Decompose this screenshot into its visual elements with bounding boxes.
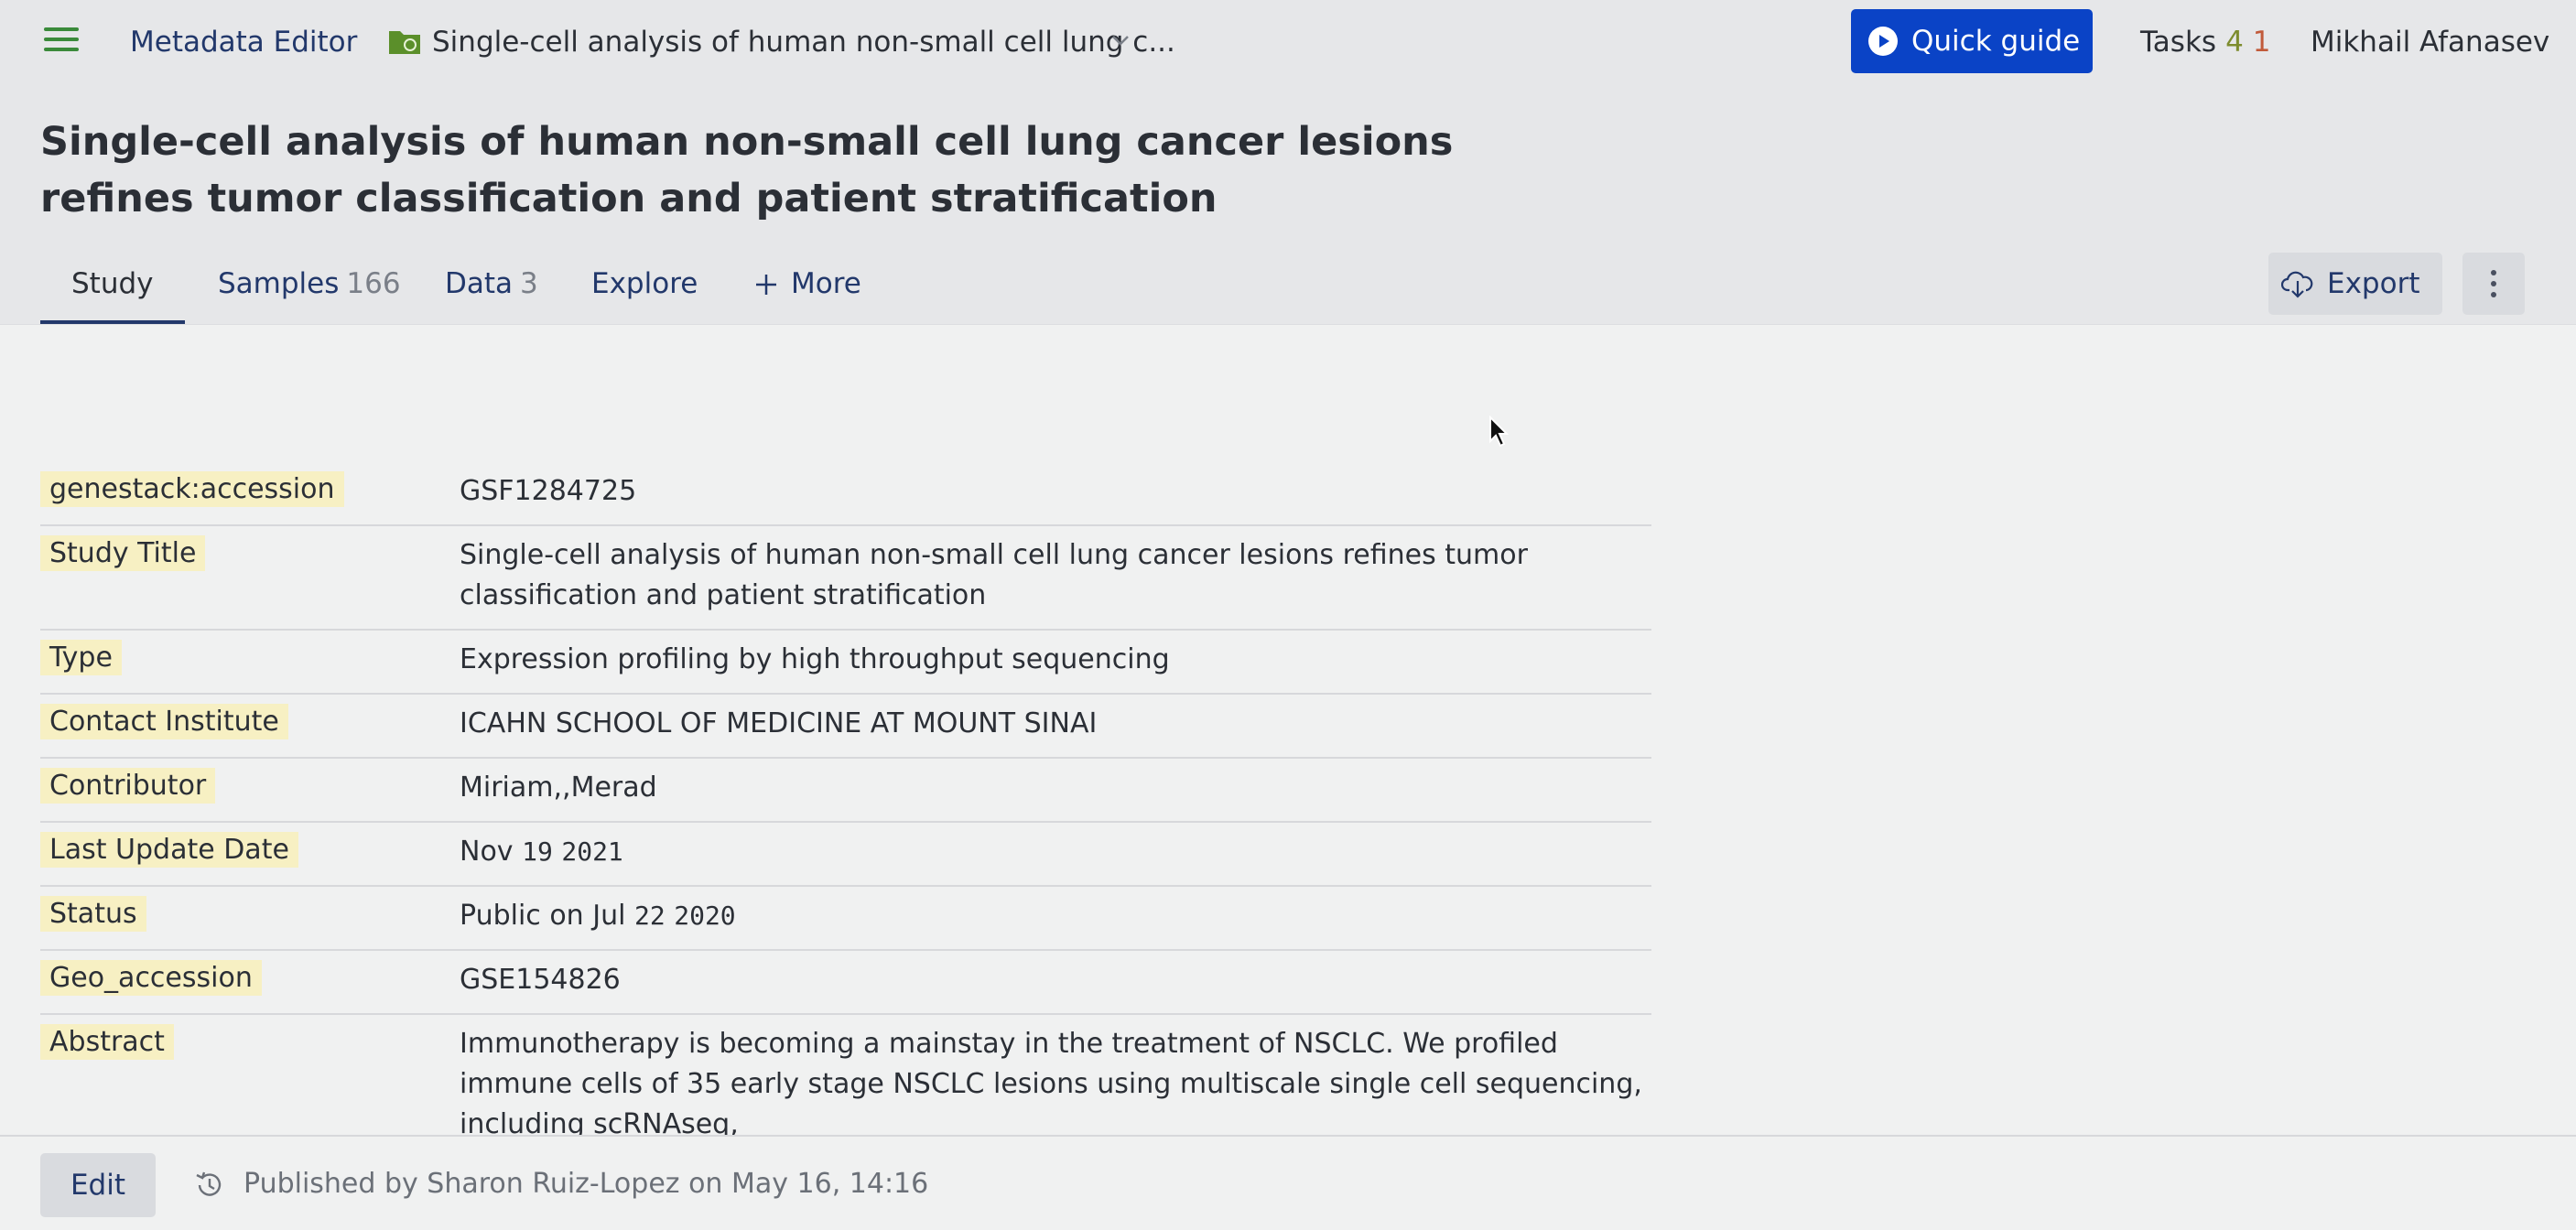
- tasks-label: Tasks: [2140, 26, 2217, 59]
- hamburger-menu-icon[interactable]: [44, 27, 79, 55]
- metadata-value[interactable]: Single-cell analysis of human non-small …: [460, 526, 1650, 629]
- metadata-value[interactable]: ICAHN SCHOOL OF MEDICINE AT MOUNT SINAI: [460, 695, 1650, 757]
- tab-samples-label: Samples: [218, 267, 340, 300]
- user-menu[interactable]: Mikhail Afanasev: [2311, 26, 2549, 59]
- metadata-row: Abstract Immunotherapy is becoming a mai…: [40, 1015, 1651, 1136]
- tab-samples[interactable]: Samples 166: [218, 258, 401, 324]
- metadata-key: genestack:accession: [40, 471, 344, 507]
- breadcrumb-study-title[interactable]: Single-cell analysis of human non-small …: [432, 26, 1175, 59]
- tab-study[interactable]: Study: [40, 258, 185, 324]
- more-options-button[interactable]: [2462, 253, 2525, 315]
- tab-samples-count: 166: [346, 267, 401, 300]
- tab-more-label: More: [791, 267, 861, 300]
- edit-button[interactable]: Edit: [40, 1153, 156, 1217]
- metadata-row: Type Expression profiling by high throug…: [40, 631, 1651, 695]
- metadata-row: Status Public on Jul 22 2020: [40, 887, 1651, 951]
- tab-data[interactable]: Data 3: [445, 258, 538, 324]
- history-icon: [196, 1171, 222, 1196]
- bottom-bar: Edit Published by Sharon Ruiz-Lopez on M…: [0, 1135, 2576, 1230]
- published-status-text: Published by Sharon Ruiz-Lopez on May 16…: [244, 1168, 929, 1200]
- tab-data-count: 3: [520, 267, 538, 300]
- metadata-row: Contact Institute ICAHN SCHOOL OF MEDICI…: [40, 695, 1651, 759]
- metadata-value[interactable]: Nov 19 2021: [460, 823, 1650, 885]
- metadata-key: Status: [40, 896, 146, 932]
- metadata-key: Type: [40, 640, 122, 675]
- quick-guide-label: Quick guide: [1911, 25, 2081, 58]
- tab-explore[interactable]: Explore: [591, 258, 698, 324]
- metadata-key: Geo_accession: [40, 960, 262, 996]
- export-button[interactable]: Export: [2268, 253, 2442, 315]
- top-bar: Metadata Editor Single-cell analysis of …: [0, 0, 2576, 86]
- cloud-download-icon: [2281, 271, 2313, 298]
- metadata-row: Study Title Single-cell analysis of huma…: [40, 526, 1651, 631]
- mouse-cursor-icon: [1489, 415, 1510, 448]
- tab-more[interactable]: More: [754, 258, 861, 324]
- tab-study-label: Study: [71, 267, 154, 300]
- metadata-value[interactable]: Immunotherapy is becoming a mainstay in …: [460, 1015, 1650, 1136]
- export-label: Export: [2327, 267, 2420, 300]
- metadata-table: genestack:accession GSF1284725 Study Tit…: [40, 462, 1651, 1136]
- metadata-row: Last Update Date Nov 19 2021: [40, 823, 1651, 887]
- metadata-key: Last Update Date: [40, 832, 298, 868]
- metadata-row: Contributor Miriam,,Merad: [40, 759, 1651, 823]
- tab-data-label: Data: [445, 267, 514, 300]
- metadata-value[interactable]: Expression profiling by high throughput …: [460, 631, 1650, 693]
- metadata-value[interactable]: Public on Jul 22 2020: [460, 887, 1650, 949]
- metadata-value[interactable]: Miriam,,Merad: [460, 759, 1650, 821]
- folder-icon: [389, 31, 420, 54]
- study-content-panel[interactable]: genestack:accession GSF1284725 Study Tit…: [0, 324, 2576, 1136]
- quick-guide-button[interactable]: Quick guide: [1851, 9, 2093, 73]
- tab-explore-label: Explore: [591, 267, 698, 300]
- chevron-down-icon[interactable]: [1109, 29, 1131, 51]
- tasks-link[interactable]: Tasks 4 1: [2140, 26, 2271, 59]
- metadata-key: Contributor: [40, 768, 216, 804]
- metadata-key: Study Title: [40, 535, 206, 571]
- metadata-value[interactable]: GSE154826: [460, 951, 1650, 1013]
- metadata-value[interactable]: GSF1284725: [460, 462, 1650, 524]
- tasks-count-running: 4: [2225, 26, 2244, 59]
- page-title: Single-cell analysis of human non-small …: [40, 119, 1454, 221]
- metadata-row: genestack:accession GSF1284725: [40, 462, 1651, 526]
- plus-icon: [756, 275, 776, 295]
- app-name-link[interactable]: Metadata Editor: [130, 26, 357, 59]
- tasks-count-failed: 1: [2252, 26, 2271, 59]
- play-icon: [1868, 27, 1898, 56]
- metadata-key: Abstract: [40, 1024, 174, 1060]
- metadata-key: Contact Institute: [40, 704, 288, 739]
- metadata-row: Geo_accession GSE154826: [40, 951, 1651, 1015]
